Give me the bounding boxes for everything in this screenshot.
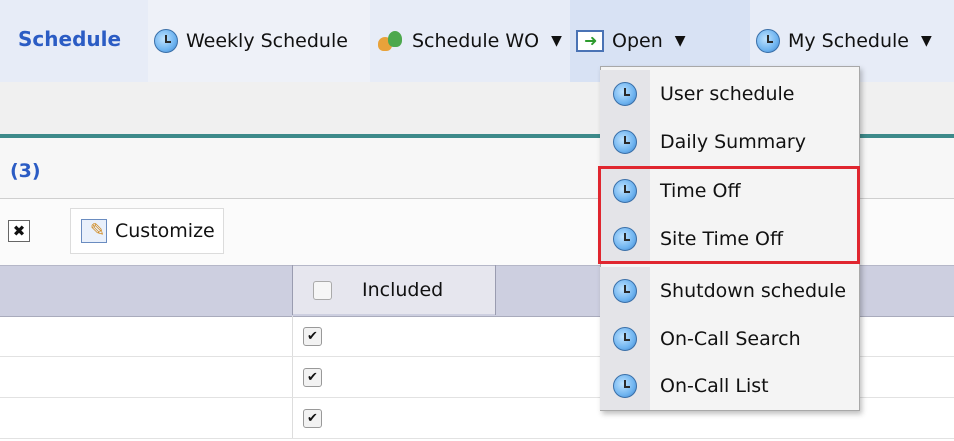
included-checkbox[interactable]: ✔: [303, 409, 322, 428]
menu-item-on-call-search[interactable]: On-Call Search: [600, 315, 860, 363]
column-separator[interactable]: [292, 265, 293, 315]
clock-icon: [613, 82, 637, 106]
my-schedule-label: My Schedule: [788, 30, 909, 52]
clock-icon: [613, 374, 637, 398]
column-separator[interactable]: [495, 265, 496, 315]
menu-item-label: On-Call List: [660, 375, 769, 397]
included-checkbox[interactable]: ✔: [303, 327, 322, 346]
weekly-schedule-button[interactable]: Weekly Schedule: [148, 0, 370, 82]
open-icon: [576, 30, 604, 52]
menu-item-label: Site Time Off: [660, 228, 784, 250]
clock-icon: [613, 130, 637, 154]
menu-item-site-time-off[interactable]: Site Time Off: [600, 215, 860, 263]
menu-item-shutdown-schedule[interactable]: Shutdown schedule: [600, 267, 860, 315]
people-icon: [376, 29, 404, 53]
customize-label: Customize: [115, 220, 215, 242]
weekly-schedule-label: Weekly Schedule: [186, 30, 348, 52]
menu-item-time-off[interactable]: Time Off: [600, 167, 860, 215]
menu-item-daily-summary[interactable]: Daily Summary: [600, 118, 860, 166]
open-label: Open: [612, 30, 663, 52]
menu-item-on-call-list[interactable]: On-Call List: [600, 362, 860, 410]
menu-item-label: Daily Summary: [660, 131, 806, 153]
schedule-title[interactable]: Schedule: [18, 27, 121, 51]
schedule-wo-label: Schedule WO: [412, 30, 540, 52]
clock-icon: [613, 327, 637, 351]
customize-icon: [81, 219, 107, 243]
clock-icon: [154, 29, 178, 53]
chevron-down-icon: ▼: [674, 33, 686, 49]
included-checkbox[interactable]: ✔: [303, 368, 322, 387]
included-column-header[interactable]: Included: [293, 266, 495, 314]
menu-item-user-schedule[interactable]: User schedule: [600, 70, 860, 118]
record-count: (3): [10, 160, 41, 182]
clock-icon: [756, 29, 780, 53]
chevron-down-icon: ▼: [921, 33, 932, 49]
chevron-down-icon: ▼: [551, 33, 562, 49]
included-header-label: Included: [362, 279, 444, 301]
menu-item-label: On-Call Search: [660, 328, 801, 350]
customize-button[interactable]: Customize: [70, 208, 224, 254]
menu-item-label: Time Off: [660, 180, 741, 202]
clock-icon: [613, 227, 637, 251]
schedule-wo-button[interactable]: Schedule WO ▼: [370, 0, 570, 82]
clock-icon: [613, 279, 637, 303]
clock-icon: [613, 179, 637, 203]
select-all-checkbox[interactable]: [313, 280, 332, 300]
menu-item-label: Shutdown schedule: [660, 280, 847, 302]
menu-item-label: User schedule: [660, 83, 795, 105]
close-icon[interactable]: ✖: [8, 220, 30, 242]
